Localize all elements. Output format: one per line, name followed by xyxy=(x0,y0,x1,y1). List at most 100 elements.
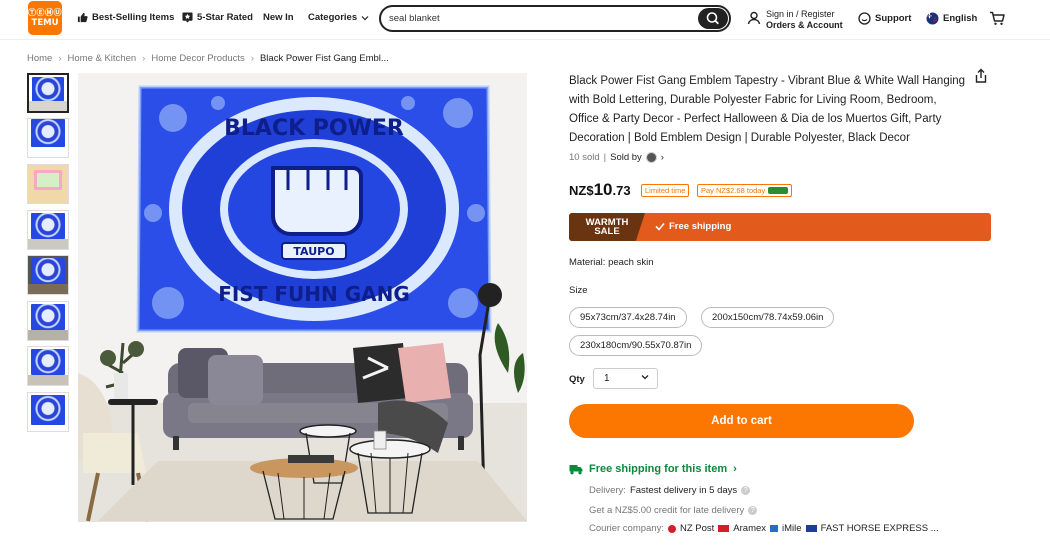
image-top-text: BLACK POWER xyxy=(224,116,404,141)
top-header: ⓉⒺⓂⓊ TEMU Best-Selling Items 5-Star Rate… xyxy=(0,0,1050,40)
thumbnail-image xyxy=(31,395,65,425)
nz-post-icon xyxy=(667,524,676,533)
breadcrumb-home[interactable]: Home xyxy=(27,53,52,64)
thumbnail-image xyxy=(31,258,65,284)
courier-line: Courier company: NZ Post Aramex iMile FA… xyxy=(589,523,939,534)
truck-icon xyxy=(569,464,583,474)
info-icon[interactable]: ? xyxy=(748,506,758,515)
sold-by-label: Sold by xyxy=(610,152,642,163)
thumbnail-3[interactable] xyxy=(27,164,69,204)
search-bar xyxy=(379,5,731,32)
courier-fast-horse: FAST HORSE EXPRESS ... xyxy=(820,523,939,534)
breadcrumb-separator-icon: › xyxy=(58,53,62,64)
add-to-cart-button[interactable]: Add to cart xyxy=(569,404,914,438)
nz-flag-icon xyxy=(926,12,939,25)
size-option-1[interactable]: 95x73cm/37.4x28.74in xyxy=(569,307,687,328)
thumbnail-2[interactable] xyxy=(27,118,69,158)
cart-icon[interactable] xyxy=(989,11,1005,26)
search-input[interactable] xyxy=(389,10,689,27)
account-line2: Orders & Account xyxy=(766,20,843,30)
courier-imile: iMile xyxy=(782,523,802,534)
account-menu[interactable]: Sign in / Register Orders & Account xyxy=(766,9,843,31)
qty-value: 1 xyxy=(604,373,610,384)
thumbnail-image xyxy=(31,213,65,239)
breadcrumb-home-kitchen[interactable]: Home & Kitchen xyxy=(68,53,137,64)
delivery-prefix: Delivery: xyxy=(589,485,626,496)
image-bottom-text: FIST FUHN GANG xyxy=(218,282,410,306)
search-icon xyxy=(706,12,719,25)
thumbnail-5[interactable] xyxy=(27,255,69,295)
warmth-line2: SALE xyxy=(594,226,620,237)
chevron-down-icon xyxy=(641,375,649,380)
courier-nz-post: NZ Post xyxy=(679,523,715,534)
banner-free-shipping: Free shipping xyxy=(655,221,731,232)
late-credit-line: Get a NZ$5.00 credit for late delivery ? xyxy=(589,505,758,516)
thumbnail-image xyxy=(31,349,65,375)
logo-line2: TEMU xyxy=(31,18,59,28)
search-button[interactable] xyxy=(698,8,728,29)
user-icon[interactable] xyxy=(747,11,761,25)
breadcrumb-separator-icon: › xyxy=(250,53,254,64)
account-line1: Sign in / Register xyxy=(766,9,835,19)
warmth-sale-tag: WARMTH SALE xyxy=(569,213,645,241)
courier-aramex: Aramex xyxy=(733,523,767,534)
temu-logo[interactable]: ⓉⒺⓂⓊ TEMU xyxy=(28,1,62,35)
free-shipping-heading: Free shipping for this item xyxy=(589,463,728,475)
nav-categories-label: Categories xyxy=(308,12,358,23)
check-icon xyxy=(655,222,665,231)
nav-categories[interactable]: Categories xyxy=(308,12,369,23)
free-shipping-link[interactable]: Free shipping for this item › xyxy=(569,463,737,475)
material-info: Material: peach skin xyxy=(569,257,654,268)
delivery-line: Delivery: Fastest delivery in 5 days ? xyxy=(589,485,751,496)
fast-horse-icon xyxy=(805,525,817,532)
qty-label: Qty xyxy=(569,374,585,385)
support-label: Support xyxy=(875,13,912,24)
image-center-text: TAUPO xyxy=(293,245,334,258)
courier-prefix: Courier company: xyxy=(589,523,664,534)
late-credit-text: Get a NZ$5.00 credit for late delivery xyxy=(589,505,745,516)
thumbs-up-icon xyxy=(77,12,88,23)
breadcrumb-home-decor[interactable]: Home Decor Products xyxy=(151,53,244,64)
thumbnail-4[interactable] xyxy=(27,210,69,250)
chevron-right-icon: › xyxy=(733,463,737,475)
price-whole: 10 xyxy=(593,180,613,199)
nav-five-star[interactable]: 5-Star Rated xyxy=(182,12,253,23)
thumbnail-6[interactable] xyxy=(27,301,69,341)
quantity-select[interactable]: 1 xyxy=(593,368,658,389)
thumbnail-7[interactable] xyxy=(27,346,69,386)
size-label: Size xyxy=(569,285,588,296)
thumbnail-image xyxy=(31,119,65,147)
price: NZ$10.73 xyxy=(569,180,631,200)
thumbnail-1[interactable] xyxy=(27,73,69,113)
star-badge-icon xyxy=(182,12,193,23)
nav-best-selling-label: Best-Selling Items xyxy=(92,12,175,23)
support-smile-icon xyxy=(858,12,871,25)
sold-separator: | xyxy=(603,152,607,163)
size-option-3[interactable]: 230x180cm/90.55x70.87in xyxy=(569,335,703,356)
price-currency: NZ$ xyxy=(569,183,594,198)
language-selector[interactable]: English xyxy=(926,12,977,25)
size-option-2[interactable]: 200x150cm/78.74x59.06in xyxy=(701,307,835,328)
info-icon[interactable]: ? xyxy=(741,486,751,495)
chevron-right-icon[interactable]: › xyxy=(661,152,664,163)
thumbnail-image xyxy=(31,304,65,330)
afterpay-icon xyxy=(768,187,789,194)
language-label: English xyxy=(943,13,978,24)
nav-best-selling[interactable]: Best-Selling Items xyxy=(77,12,174,23)
share-icon[interactable] xyxy=(974,68,988,84)
delivery-value: Fastest delivery in 5 days xyxy=(629,485,738,496)
thumbnail-image xyxy=(34,170,62,190)
thumbnail-8[interactable] xyxy=(27,392,69,432)
sold-count: 10 sold xyxy=(569,152,600,163)
support-link[interactable]: Support xyxy=(858,12,911,25)
product-title: Black Power Fist Gang Emblem Tapestry - … xyxy=(569,75,966,144)
nav-new-in[interactable]: New In xyxy=(263,12,294,23)
seller-avatar[interactable] xyxy=(645,152,657,163)
nav-five-star-label: 5-Star Rated xyxy=(197,12,253,23)
breadcrumb-separator-icon: › xyxy=(142,53,146,64)
warmth-sale-banner: WARMTH SALE Free shipping xyxy=(569,213,991,241)
breadcrumb: Home › Home & Kitchen › Home Decor Produ… xyxy=(27,53,389,64)
nav-new-in-label: New In xyxy=(263,12,294,23)
thumbnail-image xyxy=(32,77,64,103)
pay-today-text: Pay NZ$2.68 today xyxy=(701,186,766,195)
